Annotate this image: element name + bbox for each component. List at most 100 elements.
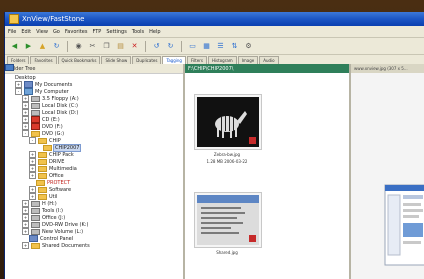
folder-icon: [38, 165, 47, 172]
tree-item[interactable]: + H (H:): [5, 200, 183, 207]
expand-icon[interactable]: +: [22, 214, 29, 221]
delete-icon[interactable]: ✕: [129, 41, 140, 52]
tree-item[interactable]: - DVD (G:): [5, 130, 183, 137]
tree-item[interactable]: + Shared Documents: [5, 242, 183, 249]
expand-icon[interactable]: +: [22, 228, 29, 235]
expand-icon[interactable]: +: [22, 242, 29, 249]
tree-item[interactable]: + CD (E:): [5, 116, 183, 123]
tree-item[interactable]: - CHIP: [5, 137, 183, 144]
tree-item[interactable]: + CHIP Pack: [5, 151, 183, 158]
preview-pane-header: www.xnview.jpg (307 x 5...: [351, 64, 424, 73]
tree-item[interactable]: + Local Disk (D:): [5, 109, 183, 116]
refresh-icon[interactable]: ↻: [51, 41, 62, 52]
expand-icon[interactable]: +: [29, 172, 36, 179]
tree-item-label: CHIP: [49, 137, 61, 144]
folder-icon: [38, 151, 47, 158]
tree-item[interactable]: + My Documents: [5, 81, 183, 88]
expand-icon[interactable]: +: [29, 151, 36, 158]
menu-file[interactable]: File: [8, 29, 16, 35]
expand-icon[interactable]: +: [22, 221, 29, 228]
tree-item[interactable]: + DRIVE: [5, 158, 183, 165]
tree-item[interactable]: CHIP2007: [5, 143, 183, 152]
expand-icon[interactable]: +: [22, 109, 29, 116]
tab-folders[interactable]: Folders: [7, 56, 30, 64]
menu-help[interactable]: Help: [149, 29, 160, 35]
expand-icon[interactable]: +: [22, 207, 29, 214]
tab-tagging[interactable]: Tagging: [162, 56, 186, 64]
cut-icon[interactable]: ✂: [87, 41, 98, 52]
menu-view[interactable]: View: [36, 29, 48, 35]
details-view-icon[interactable]: ☰: [215, 41, 226, 52]
preview-pane: www.xnview.jpg (307 x 5...: [351, 64, 424, 279]
drive-icon: [31, 207, 40, 214]
tab-quick-bookmarks[interactable]: Quick Bookmarks: [57, 56, 101, 64]
menu-settings[interactable]: Settings: [106, 29, 127, 35]
thumbnail-item[interactable]: Shared.jpg: [194, 192, 262, 255]
tree-item[interactable]: + New Volume (L:): [5, 228, 183, 235]
collapse-icon[interactable]: -: [22, 130, 29, 137]
tree-item[interactable]: + Office (J:): [5, 214, 183, 221]
desktop-icon: [5, 64, 14, 71]
copy-icon[interactable]: ❐: [101, 41, 112, 52]
up-folder-icon[interactable]: ▲: [37, 41, 48, 52]
tree-item-label: Desktop: [15, 74, 36, 81]
forward-arrow-icon[interactable]: ▶: [23, 41, 34, 52]
menu-favorites[interactable]: Favorites: [65, 29, 88, 35]
expand-icon[interactable]: +: [29, 158, 36, 165]
tree-item[interactable]: + Software: [5, 186, 183, 193]
tab-audio[interactable]: Audio: [259, 56, 279, 64]
tree-item[interactable]: + Tools (I:): [5, 207, 183, 214]
tree-item[interactable]: + Local Disk (C:): [5, 102, 183, 109]
paste-icon[interactable]: ▤: [115, 41, 126, 52]
title-bar[interactable]: XnView/FastStone: [5, 12, 424, 26]
menu-edit[interactable]: Edit: [21, 29, 31, 35]
tree-item[interactable]: + Multimedia: [5, 165, 183, 172]
drive-icon: [31, 109, 40, 116]
tab-favorites[interactable]: Favorites: [30, 56, 57, 64]
tree-item[interactable]: + Util: [5, 193, 183, 200]
tree-item[interactable]: + Office: [5, 172, 183, 179]
collapse-icon[interactable]: -: [15, 88, 22, 95]
tab-histogram[interactable]: Histogram: [207, 56, 237, 64]
back-arrow-icon[interactable]: ◀: [9, 41, 20, 52]
expand-icon[interactable]: +: [29, 165, 36, 172]
settings-icon[interactable]: ⚙: [243, 41, 254, 52]
menu-tools[interactable]: Tools: [132, 29, 144, 35]
monitor-icon[interactable]: ▭: [187, 41, 198, 52]
tree-item-label: Control Panel: [40, 235, 74, 242]
tree-item[interactable]: Control Panel: [5, 235, 183, 242]
tree-item[interactable]: +3.5 Floppy (A:): [5, 95, 183, 102]
expand-icon[interactable]: +: [22, 95, 29, 102]
tree-item[interactable]: PROTECT: [5, 179, 183, 186]
expand-icon[interactable]: +: [22, 200, 29, 207]
thumbnail-item[interactable]: Zebra-bw.jpg 1.28 MB 2006-03-22: [194, 94, 262, 164]
collapse-icon[interactable]: -: [29, 137, 36, 144]
binoculars-icon[interactable]: ◉: [73, 41, 84, 52]
tree-item[interactable]: + DVD-RW Drive (K:): [5, 221, 183, 228]
expand-icon[interactable]: +: [29, 186, 36, 193]
tree-item-label: New Volume (L:): [42, 228, 84, 235]
expand-icon[interactable]: +: [15, 81, 22, 88]
expand-icon[interactable]: +: [22, 123, 29, 130]
tab-slide-show[interactable]: Slide Show: [101, 56, 132, 64]
tree-item[interactable]: Desktop: [5, 64, 183, 81]
menu-bar: File Edit View Go Favorites FTP Settings Tools H…: [5, 26, 424, 38]
toolbar: ◀ ▶ ▲ ↻ ◉ ✂ ❐ ▤ ✕ ↺ ↻ ▭ ▦ ☰ ⇅ ⚙: [5, 38, 424, 55]
expand-icon[interactable]: +: [22, 116, 29, 123]
drive-icon: [31, 228, 40, 235]
tree-item[interactable]: - My Computer: [5, 88, 183, 95]
tab-duplicates[interactable]: Duplicates: [132, 56, 162, 64]
folder-icon: [38, 158, 47, 165]
expand-icon[interactable]: +: [22, 102, 29, 109]
expand-icon[interactable]: +: [29, 193, 36, 200]
tab-image[interactable]: Image: [237, 56, 259, 64]
tree-item[interactable]: + DVD (F:): [5, 123, 183, 130]
sort-icon[interactable]: ⇅: [229, 41, 240, 52]
rotate-left-icon[interactable]: ↺: [151, 41, 162, 52]
folder-icon: [38, 193, 47, 200]
thumbnail-view-icon[interactable]: ▦: [201, 41, 212, 52]
rotate-right-icon[interactable]: ↻: [165, 41, 176, 52]
menu-go[interactable]: Go: [53, 29, 60, 35]
tab-filters[interactable]: Filters: [186, 56, 207, 64]
menu-ftp[interactable]: FTP: [92, 29, 101, 35]
